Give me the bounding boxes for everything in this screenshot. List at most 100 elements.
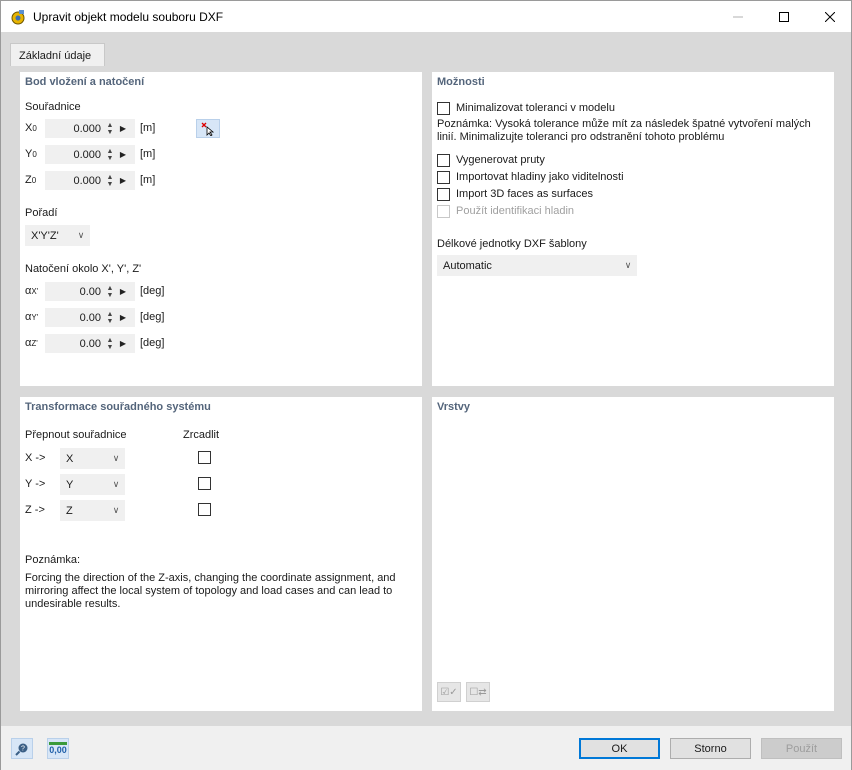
minimize-button[interactable] [715,1,761,32]
y0-input[interactable]: 0.000 ▲ ▼ ▶ [45,145,135,164]
options-panel: Možnosti Minimalizovat toleranci v model… [432,72,834,386]
switch-coords-label: Přepnout souřadnice [25,429,127,441]
alpha-x-unit: [deg] [140,285,165,297]
x-row-label: X -> [25,452,46,464]
generate-members-checkbox[interactable] [437,154,450,167]
alpha-x-input[interactable]: 0.00 ▲ ▼ ▶ [45,282,135,301]
options-title: Možnosti [437,76,485,88]
import-3d-faces-checkbox[interactable] [437,188,450,201]
y0-label: Y0 [25,148,37,160]
window-title: Upravit objekt modelu souboru DXF [33,10,224,24]
apply-button[interactable]: Použít [761,738,842,759]
y-row-label: Y -> [25,478,46,490]
import-layers-checkbox[interactable] [437,171,450,184]
select-all-layers-button[interactable]: ☑✓ [437,682,461,702]
chevron-down-icon: ∨ [112,453,120,463]
svg-text:?: ? [21,745,25,752]
alpha-y-unit: [deg] [140,311,165,323]
z-row-label: Z -> [25,504,45,516]
z0-input[interactable]: 0.000 ▲ ▼ ▶ [45,171,135,190]
transform-title: Transformace souřadného systému [25,401,211,413]
units-icon: 0,00 [49,742,67,755]
dialog-window: Upravit objekt modelu souboru DXF Základ… [0,0,852,770]
spin-arrow-icon[interactable]: ▶ [117,176,129,185]
x0-label: X0 [25,122,37,134]
units-button[interactable]: 0,00 [47,738,69,759]
tab-basic[interactable]: Základní údaje [10,43,105,66]
invert-layers-button[interactable]: ☐⇄ [466,682,490,702]
title-bar: Upravit objekt modelu souboru DXF [1,1,851,32]
x-axis-select[interactable]: X ∨ [60,448,125,469]
ok-button[interactable]: OK [579,738,660,759]
search-help-icon: ? [15,743,28,756]
y0-unit: [m] [140,148,156,160]
minimize-icon [733,16,743,17]
pick-point-button[interactable] [196,119,220,138]
import-3d-faces-label: Import 3D faces as surfaces [456,188,593,200]
spin-arrow-icon[interactable]: ▶ [117,124,129,133]
alpha-x-label: αX' [25,285,39,297]
check-all-icon: ☑✓ [440,686,458,698]
z0-unit: [m] [140,174,156,186]
dialog-footer: ? 0,00 OK Storno Použít [1,726,851,770]
cancel-button[interactable]: Storno [670,738,751,759]
y-axis-select[interactable]: Y ∨ [60,474,125,495]
units-label: Délkové jednotky DXF šablony [437,238,587,250]
alpha-y-input[interactable]: 0.00 ▲ ▼ ▶ [45,308,135,327]
invert-selection-icon: ☐⇄ [469,686,487,698]
use-layer-id-checkbox [437,205,450,218]
mirror-y-checkbox[interactable] [198,477,211,490]
spin-updown-icon[interactable]: ▲ ▼ [103,337,117,351]
spin-updown-icon[interactable]: ▲ ▼ [103,148,117,162]
close-icon [825,11,835,22]
chevron-down-icon: ∨ [77,230,85,240]
chevron-down-icon: ∨ [112,479,120,489]
z-axis-select[interactable]: Z ∨ [60,500,125,521]
order-select[interactable]: X'Y'Z' ∨ [25,225,90,246]
alpha-z-input[interactable]: 0.00 ▲ ▼ ▶ [45,334,135,353]
alpha-y-label: αY' [25,311,39,323]
minimize-tolerance-checkbox[interactable] [437,102,450,115]
alpha-z-unit: [deg] [140,337,165,349]
import-layers-label: Importovat hladiny jako viditelnosti [456,171,624,183]
order-label: Pořadí [25,207,58,219]
chevron-down-icon: ∨ [624,260,632,270]
layers-panel: Vrstvy ☑✓ ☐⇄ [432,397,834,711]
pick-cursor-icon [201,122,215,136]
spin-arrow-icon[interactable]: ▶ [117,150,129,159]
generate-members-label: Vygenerovat pruty [456,154,545,166]
spin-updown-icon[interactable]: ▲ ▼ [103,285,117,299]
minimize-tolerance-label: Minimalizovat toleranci v modelu [456,102,615,114]
alpha-z-label: αZ' [25,337,38,349]
spin-arrow-icon[interactable]: ▶ [117,339,129,348]
mirror-x-checkbox[interactable] [198,451,211,464]
mirror-z-checkbox[interactable] [198,503,211,516]
layers-title: Vrstvy [437,401,471,413]
app-icon [11,10,25,25]
transform-note-label: Poznámka: [25,554,81,566]
dialog-body: Základní údaje Bod vložení a natočení So… [1,32,851,726]
x0-unit: [m] [140,122,156,134]
mirror-label: Zrcadlit [183,429,220,441]
help-button[interactable]: ? [11,738,33,759]
spin-arrow-icon[interactable]: ▶ [117,287,129,296]
spin-updown-icon[interactable]: ▲ ▼ [103,174,117,188]
maximize-button[interactable] [761,1,807,32]
spin-updown-icon[interactable]: ▲ ▼ [103,122,117,136]
insert-title: Bod vložení a natočení [25,76,145,88]
insert-panel: Bod vložení a natočení Souřadnice X0 0.0… [20,72,422,386]
options-note: Poznámka: Vysoká tolerance může mít za n… [437,118,811,143]
units-select[interactable]: Automatic ∨ [437,255,637,276]
x0-input[interactable]: 0.000 ▲ ▼ ▶ [45,119,135,138]
maximize-icon [779,11,789,22]
coords-label: Souřadnice [25,101,81,113]
rotation-label: Natočení okolo X', Y', Z' [25,263,142,275]
z0-label: Z0 [25,174,37,186]
transform-note-text: Forcing the direction of the Z-axis, cha… [25,572,396,610]
use-layer-id-label: Použít identifikaci hladin [456,205,575,217]
spin-arrow-icon[interactable]: ▶ [117,313,129,322]
close-button[interactable] [807,1,852,32]
spin-updown-icon[interactable]: ▲ ▼ [103,311,117,325]
transform-panel: Transformace souřadného systému Přepnout… [20,397,422,711]
chevron-down-icon: ∨ [112,505,120,515]
